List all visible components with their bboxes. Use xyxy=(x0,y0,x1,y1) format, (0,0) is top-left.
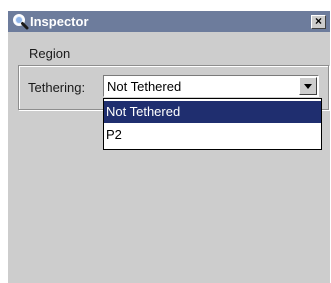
tethering-label: Tethering: xyxy=(28,80,86,95)
chevron-down-icon[interactable] xyxy=(299,77,317,95)
window-title: Inspector xyxy=(30,14,89,29)
close-icon: × xyxy=(314,14,322,28)
option-p2[interactable]: P2 xyxy=(104,124,321,146)
tethering-dropdown-list: Not Tethered P2 xyxy=(103,98,322,150)
magnifier-icon xyxy=(11,13,29,31)
title-bar[interactable]: Inspector × xyxy=(8,11,330,32)
tethering-combobox[interactable]: Not Tethered xyxy=(103,75,319,97)
close-button[interactable]: × xyxy=(311,15,326,29)
option-not-tethered[interactable]: Not Tethered xyxy=(104,101,321,123)
tethering-value: Not Tethered xyxy=(107,79,182,94)
region-legend: Region xyxy=(26,46,74,61)
